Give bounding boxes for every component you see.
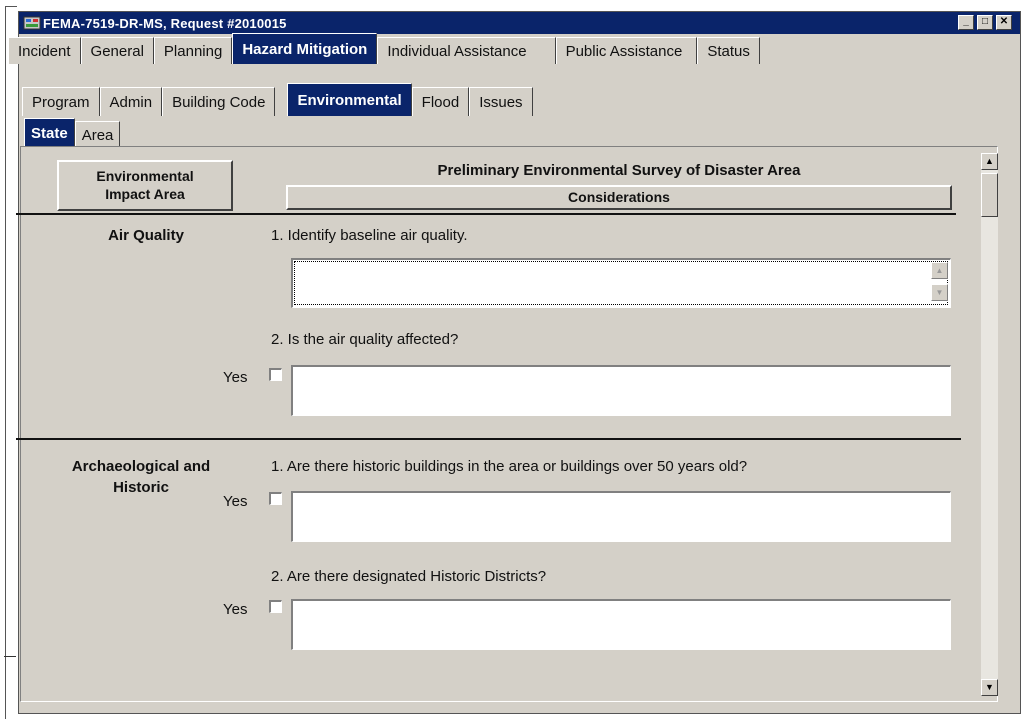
minimize-button[interactable]: _ [958,15,974,30]
question-air-2: 2. Is the air quality affected? [271,331,459,348]
environmental-form-panel: Environmental Impact Area Preliminary Env… [16,146,998,702]
close-button[interactable]: ✕ [996,15,1012,30]
scroll-up-icon[interactable]: ▲ [981,153,998,170]
section-divider [16,438,961,440]
survey-heading: Preliminary Environmental Survey of Disa… [437,162,801,179]
tab-admin[interactable]: Admin [99,87,163,116]
vertical-scrollbar[interactable]: ▲ ▼ [981,153,998,696]
tab-area[interactable]: Area [74,121,121,148]
air-affected-checkbox[interactable] [269,368,282,381]
left-frame-tick [5,6,17,7]
tab-building-code[interactable]: Building Code [162,87,276,116]
scope-tab-bar: State Area [24,118,121,148]
question-air-1: 1. Identify baseline air quality. [271,227,468,244]
tab-flood[interactable]: Flood [411,87,470,116]
considerations-button[interactable]: Considerations [286,185,952,210]
tab-hazard-mitigation[interactable]: Hazard Mitigation [232,33,378,64]
textarea-scroll-down-icon[interactable]: ▼ [931,284,948,301]
question-historic-1: 1. Are there historic buildings in the a… [271,458,748,475]
tab-individual-assistance[interactable]: Individual Assistance [377,37,556,64]
scroll-down-icon[interactable]: ▼ [981,679,998,696]
area-label-archaeological-historic: Archaeological and Historic [71,458,211,496]
historic-districts-checkbox[interactable] [269,600,282,613]
historic-districts-textarea[interactable] [291,599,951,650]
sub-tab-bar: Program Admin Building Code Environmenta… [22,83,533,116]
yes-label: Yes [223,601,248,618]
tab-incident[interactable]: Incident [8,37,81,64]
tab-status[interactable]: Status [697,37,760,64]
air-baseline-textarea[interactable]: ▲ ▼ [291,258,951,308]
app-icon [23,16,41,30]
left-frame-edge [5,6,6,719]
textarea-scroll-up-icon[interactable]: ▲ [931,262,948,279]
maximize-button[interactable]: □ [977,15,993,30]
environmental-impact-area-button[interactable]: Environmental Impact Area [57,160,233,211]
yes-label: Yes [223,369,248,386]
tab-environmental[interactable]: Environmental [287,83,412,116]
yes-label: Yes [223,493,248,510]
tab-general[interactable]: General [80,37,154,64]
tab-state[interactable]: State [24,118,75,148]
historic-buildings-checkbox[interactable] [269,492,282,505]
title-bar[interactable]: FEMA-7519-DR-MS, Request #2010015 _ □ ✕ [19,12,1020,34]
window-title: FEMA-7519-DR-MS, Request #2010015 [43,16,287,31]
tab-program[interactable]: Program [22,87,100,116]
main-tab-bar: Incident General Planning Hazard Mitigat… [8,33,760,64]
air-affected-textarea[interactable] [291,365,951,416]
area-label-air-quality: Air Quality [108,227,184,244]
tab-planning[interactable]: Planning [153,37,233,64]
tab-issues[interactable]: Issues [469,87,533,116]
frame-dash [4,656,16,657]
header-divider [16,213,956,215]
tab-public-assistance[interactable]: Public Assistance [555,37,698,64]
historic-buildings-textarea[interactable] [291,491,951,542]
scroll-thumb[interactable] [981,173,998,217]
question-historic-2: 2. Are there designated Historic Distric… [271,568,547,585]
